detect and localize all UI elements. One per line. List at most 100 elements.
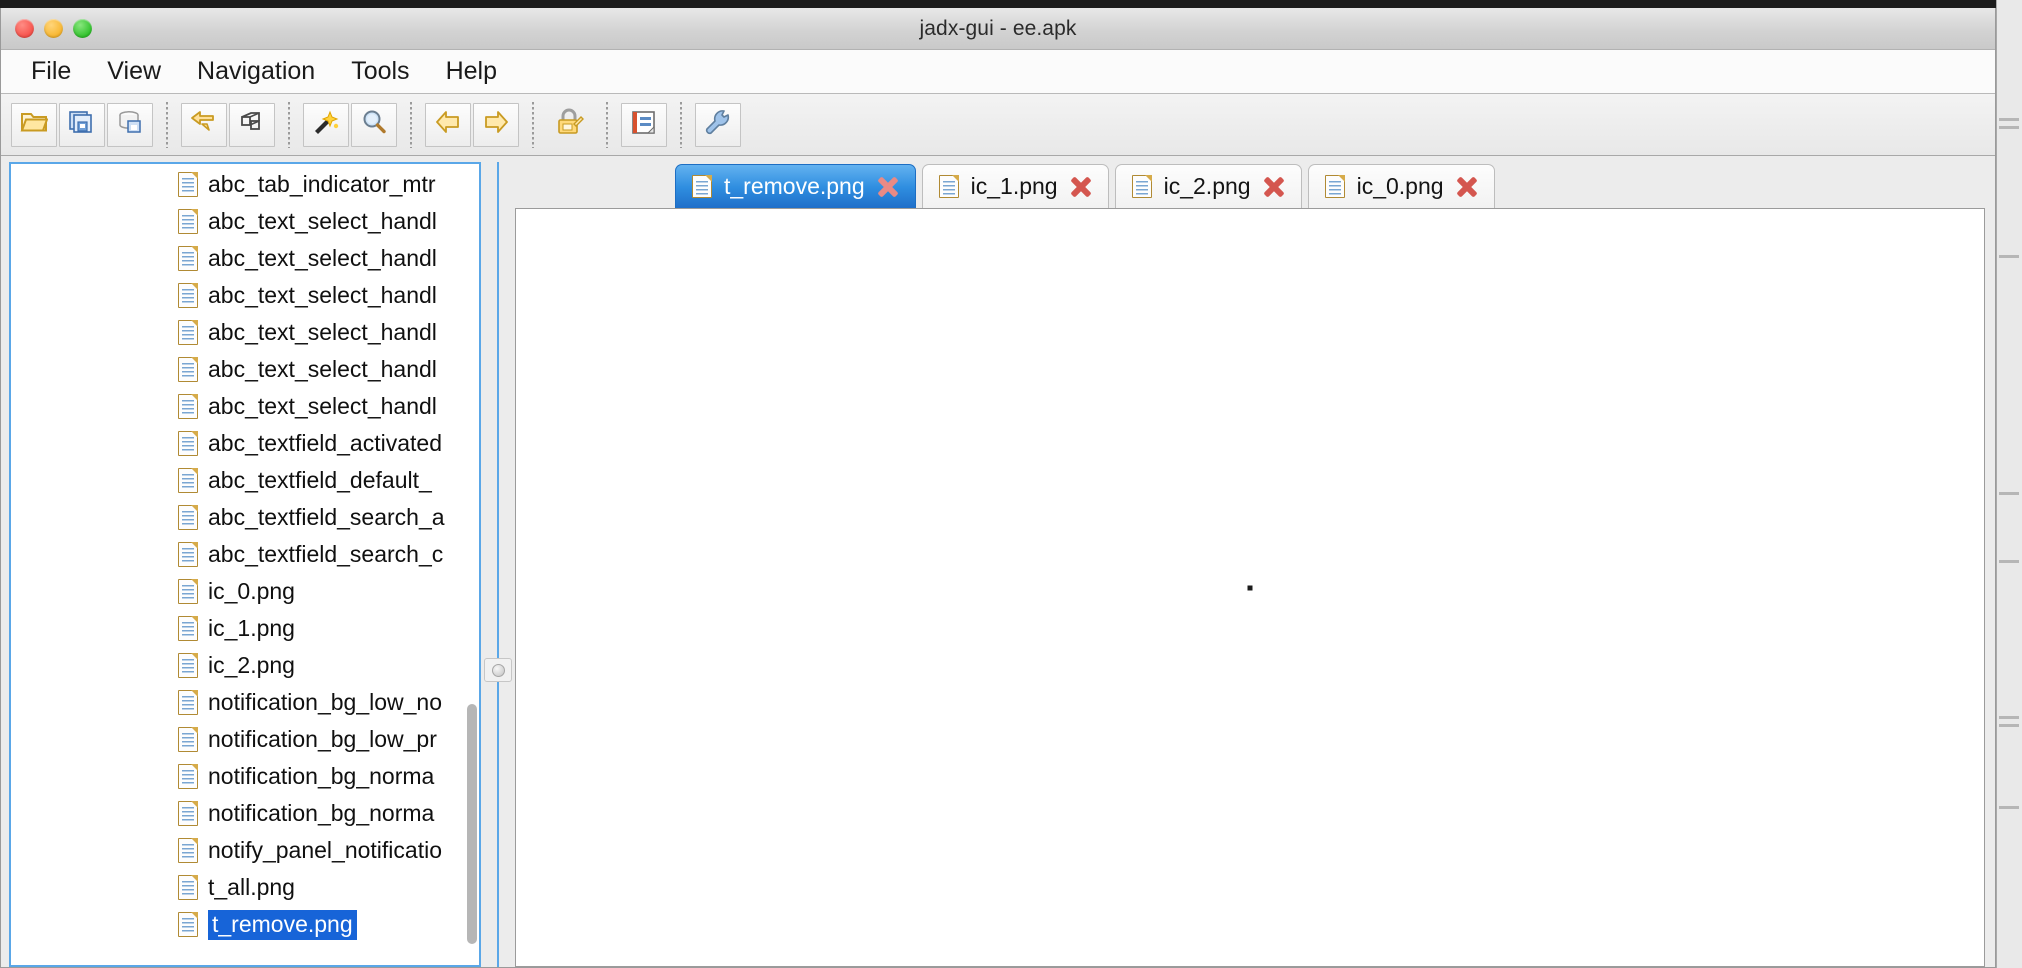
close-x-icon[interactable]: [1456, 176, 1478, 198]
tree-item-t-all[interactable]: t_all.png: [11, 869, 465, 906]
tree-item-label: ic_2.png: [208, 652, 295, 678]
tree-item[interactable]: abc_text_select_handl: [11, 314, 465, 351]
tree-scrollbar-thumb[interactable]: [467, 704, 477, 944]
toolbar-separator: [532, 101, 534, 148]
tree-item[interactable]: notification_bg_norma: [11, 758, 465, 795]
tree-item-label: ic_0.png: [208, 578, 295, 604]
tree-item-label: t_all.png: [208, 874, 295, 900]
save-all-button[interactable]: [59, 102, 105, 147]
save-all-icon: [68, 109, 96, 140]
toolbar-group-search: [303, 102, 397, 147]
close-x-icon[interactable]: [1263, 176, 1285, 198]
forward-button[interactable]: [473, 102, 519, 147]
tab-ic-1-png[interactable]: ic_1.png: [921, 164, 1109, 208]
menubar: File View Navigation Tools Help: [1, 50, 1995, 94]
arrow-left-icon: [434, 109, 462, 140]
file-icon: [178, 172, 198, 197]
tab-t-remove-png[interactable]: t_remove.png: [675, 164, 916, 208]
lock-pencil-icon: [555, 108, 585, 141]
toolbar-group-preferences: [695, 102, 741, 147]
tree-vertical-scrollbar[interactable]: [465, 164, 479, 965]
tree-item[interactable]: notification_bg_norma: [11, 795, 465, 832]
toolbar-group-log: [621, 102, 667, 147]
menu-view[interactable]: View: [91, 55, 177, 88]
tree-item[interactable]: abc_text_select_handl: [11, 351, 465, 388]
divider-expand-handle[interactable]: [484, 658, 512, 682]
tree-item-label: abc_text_select_handl: [208, 208, 437, 234]
split-pane-divider[interactable]: [481, 162, 515, 967]
tab-label: ic_2.png: [1163, 173, 1251, 199]
notebook-icon: [630, 109, 658, 140]
sync-button[interactable]: [181, 102, 227, 147]
close-x-icon[interactable]: [1070, 176, 1092, 198]
search-button[interactable]: [351, 102, 397, 147]
menu-navigation[interactable]: Navigation: [181, 55, 331, 88]
resource-tree-pane[interactable]: abc_tab_indicator_mtr abc_text_select_ha…: [9, 162, 481, 967]
export-gradle-button[interactable]: [107, 102, 153, 147]
tree-item[interactable]: abc_textfield_default_: [11, 462, 465, 499]
tab-ic-0-png[interactable]: ic_0.png: [1307, 164, 1495, 208]
tree-item[interactable]: abc_tab_indicator_mtr: [11, 166, 465, 203]
minimize-window-button[interactable]: [44, 19, 63, 38]
file-icon: [178, 653, 198, 678]
tab-label: t_remove.png: [724, 173, 865, 199]
file-icon: [178, 283, 198, 308]
close-x-icon[interactable]: [877, 176, 899, 198]
file-icon: [178, 579, 198, 604]
file-icon: [178, 505, 198, 530]
tab-label: ic_1.png: [970, 173, 1058, 199]
tree-item[interactable]: abc_text_select_handl: [11, 203, 465, 240]
back-button[interactable]: [425, 102, 471, 147]
toolbar-separator: [606, 101, 608, 148]
tree-item[interactable]: abc_textfield_search_a: [11, 499, 465, 536]
tree-item-ic-2[interactable]: ic_2.png: [11, 647, 465, 684]
maximize-window-button[interactable]: [73, 19, 92, 38]
divider-knob-icon: [491, 663, 505, 677]
decompile-button[interactable]: [547, 103, 593, 147]
tree-item-label: ic_1.png: [208, 615, 295, 641]
tree-item-ic-1[interactable]: ic_1.png: [11, 610, 465, 647]
tree-item[interactable]: abc_text_select_handl: [11, 277, 465, 314]
tree-item-label: abc_text_select_handl: [208, 356, 437, 382]
tree-item-label: abc_text_select_handl: [208, 393, 437, 419]
image-preview-viewport[interactable]: [515, 208, 1985, 967]
tree-item[interactable]: notify_panel_notificatio: [11, 832, 465, 869]
tree-item-t-remove-selected[interactable]: t_remove.png: [11, 906, 465, 943]
tree-item[interactable]: abc_text_select_handl: [11, 240, 465, 277]
magnifier-icon: [360, 109, 388, 140]
file-icon: [178, 468, 198, 493]
menu-file[interactable]: File: [15, 55, 87, 88]
menu-help[interactable]: Help: [430, 55, 513, 88]
close-window-button[interactable]: [15, 19, 34, 38]
tree-item[interactable]: notification_bg_low_pr: [11, 721, 465, 758]
jadx-gui-window: jadx-gui - ee.apk File View Navigation T…: [0, 8, 1996, 968]
toolbar-separator: [680, 101, 682, 148]
menu-tools[interactable]: Tools: [335, 55, 425, 88]
window-controls[interactable]: [15, 8, 92, 49]
deobfuscation-button[interactable]: [303, 102, 349, 147]
tree-item-ic-0[interactable]: ic_0.png: [11, 573, 465, 610]
flat-packages-button[interactable]: [229, 102, 275, 147]
export-disk-icon: [116, 109, 144, 140]
resource-tree[interactable]: abc_tab_indicator_mtr abc_text_select_ha…: [11, 164, 465, 965]
open-file-button[interactable]: [11, 102, 57, 147]
preferences-button[interactable]: [695, 102, 741, 147]
tree-item[interactable]: abc_text_select_handl: [11, 388, 465, 425]
tab-ic-2-png[interactable]: ic_2.png: [1114, 164, 1302, 208]
tree-item[interactable]: abc_textfield_activated: [11, 425, 465, 462]
main-toolbar: [1, 94, 1995, 156]
log-button[interactable]: [621, 102, 667, 147]
toolbar-group-decompile: [547, 103, 593, 147]
tree-item-label: abc_tab_indicator_mtr: [208, 171, 436, 197]
tree-item-label: t_remove.png: [208, 909, 357, 940]
file-icon: [178, 616, 198, 641]
file-icon: [178, 394, 198, 419]
file-icon: [178, 320, 198, 345]
file-icon: [178, 246, 198, 271]
file-icon: [1324, 175, 1345, 198]
tree-item[interactable]: notification_bg_low_no: [11, 684, 465, 721]
grid-structure-icon: [238, 109, 266, 140]
file-icon: [938, 175, 959, 198]
tree-item-label: abc_text_select_handl: [208, 282, 437, 308]
tree-item[interactable]: abc_textfield_search_c: [11, 536, 465, 573]
